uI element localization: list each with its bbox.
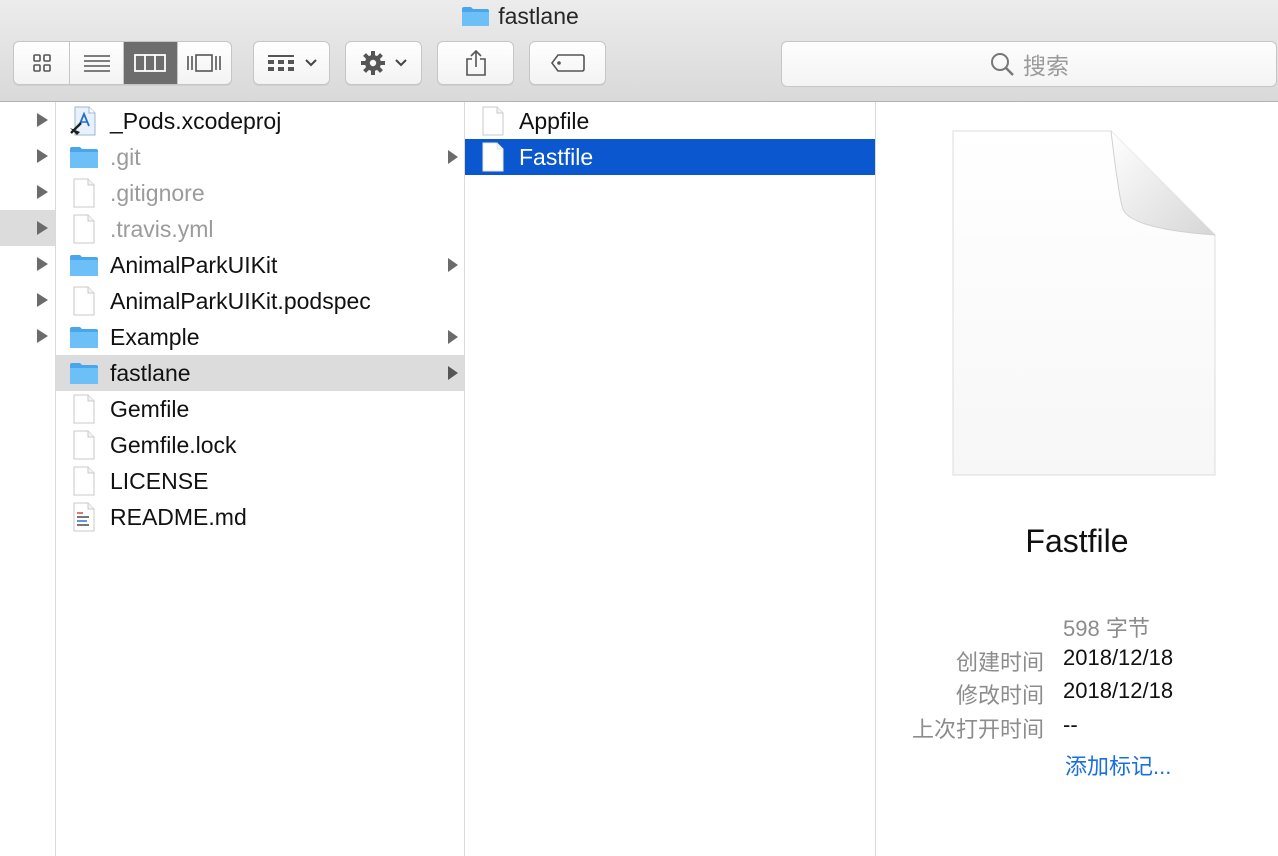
share-icon [465, 49, 486, 76]
disclosure-arrow-icon [448, 258, 458, 272]
folder-icon [69, 250, 99, 280]
search-icon [991, 53, 1014, 76]
list-item[interactable]: .git [56, 139, 464, 175]
item-name: Example [110, 323, 200, 350]
file-icon [69, 466, 99, 496]
list-item[interactable]: AnimalParkUIKit [56, 247, 464, 283]
tag-icon [550, 54, 585, 72]
document-preview-icon [952, 130, 1216, 476]
xcodeproj-icon [69, 106, 99, 136]
item-name: Gemfile [110, 395, 190, 422]
item-name: README.md [110, 503, 247, 530]
folder-icon [69, 358, 99, 388]
item-name: .git [110, 143, 141, 170]
disclosure-triangle-icon[interactable] [37, 221, 48, 235]
list-item[interactable]: .travis.yml [56, 211, 464, 247]
item-name: Gemfile.lock [110, 431, 237, 458]
disclosure-triangle-icon[interactable] [37, 329, 48, 343]
item-name: .travis.yml [110, 215, 214, 242]
item-name: .gitignore [110, 179, 205, 206]
list-icon [83, 55, 110, 72]
gear-icon [360, 51, 385, 75]
view-mode-control[interactable] [13, 41, 232, 85]
file-icon [69, 286, 99, 316]
tag-button[interactable] [529, 41, 606, 85]
file-icon [69, 214, 99, 244]
file-icon [478, 106, 508, 136]
folder-icon [69, 322, 99, 352]
gallery-view-button[interactable] [178, 42, 231, 84]
created-value: 2018/12/18 [1063, 645, 1174, 670]
item-name: _Pods.xcodeproj [110, 107, 282, 134]
columns-icon [134, 54, 167, 72]
list-view-button[interactable] [70, 42, 124, 84]
created-label: 创建时间 [955, 650, 1044, 675]
disclosure-triangle-icon[interactable] [37, 257, 48, 271]
disclosure-triangle-icon[interactable] [37, 149, 48, 163]
column-view-button[interactable] [124, 42, 178, 84]
list-item[interactable]: _Pods.xcodeproj [56, 103, 464, 139]
list-item[interactable]: Appfile [465, 103, 875, 139]
icon-grid-icon [32, 54, 51, 72]
add-tags-link[interactable]: 添加标记... [1065, 749, 1171, 781]
list-item[interactable]: Example [56, 319, 464, 355]
markdown-file-icon [69, 502, 99, 532]
list-item[interactable]: README.md [56, 499, 464, 535]
file-icon [69, 430, 99, 460]
file-icon [69, 178, 99, 208]
share-button[interactable] [437, 41, 514, 85]
list-item[interactable]: Gemfile [56, 391, 464, 427]
disclosure-arrow-icon [448, 330, 458, 344]
chevron-down-icon [304, 59, 317, 67]
item-name: Appfile [519, 107, 590, 134]
disclosure-arrow-icon [448, 150, 458, 164]
last-opened-value: -- [1063, 712, 1078, 737]
list-item[interactable]: LICENSE [56, 463, 464, 499]
preview-file-name: Fastfile [1025, 523, 1129, 559]
column-project[interactable]: _Pods.xcodeproj .git .gitignore .travis.… [56, 102, 465, 856]
item-name: AnimalParkUIKit [110, 251, 278, 278]
file-icon [69, 394, 99, 424]
disclosure-triangle-icon[interactable] [37, 293, 48, 307]
file-size: 598 字节 [1063, 616, 1150, 641]
parent-column[interactable] [0, 102, 56, 856]
list-item-selected[interactable]: Fastfile [465, 139, 875, 175]
list-item-selected[interactable]: fastlane [56, 355, 464, 391]
column-fastlane[interactable]: Appfile Fastfile [465, 102, 876, 856]
icon-view-button[interactable] [14, 42, 71, 84]
item-name: fastlane [110, 359, 191, 386]
item-name: AnimalParkUIKit.podspec [110, 287, 371, 314]
search-field[interactable]: 搜索 [781, 41, 1277, 87]
chevron-down-icon [394, 59, 407, 67]
list-item[interactable]: Gemfile.lock [56, 427, 464, 463]
window-title-bar: fastlane [0, 1, 1040, 31]
folder-icon [461, 6, 490, 27]
disclosure-arrow-icon [448, 366, 458, 380]
group-by-button[interactable] [253, 41, 330, 85]
search-placeholder: 搜索 [1023, 53, 1069, 79]
toolbar: fastlane 搜索 [0, 0, 1278, 102]
window-title: fastlane [498, 2, 579, 29]
grid-icon [267, 55, 294, 71]
list-item[interactable]: AnimalParkUIKit.podspec [56, 283, 464, 319]
action-button[interactable] [345, 41, 422, 85]
file-icon [478, 142, 508, 172]
disclosure-triangle-icon[interactable] [37, 113, 48, 127]
modified-label: 修改时间 [955, 683, 1044, 708]
list-item[interactable]: .gitignore [56, 175, 464, 211]
gallery-icon [187, 54, 222, 72]
last-opened-label: 上次打开时间 [911, 717, 1044, 742]
item-name: Fastfile [519, 143, 594, 170]
disclosure-triangle-icon[interactable] [37, 185, 48, 199]
modified-value: 2018/12/18 [1063, 678, 1174, 703]
item-name: LICENSE [110, 467, 209, 494]
folder-icon [69, 142, 99, 172]
